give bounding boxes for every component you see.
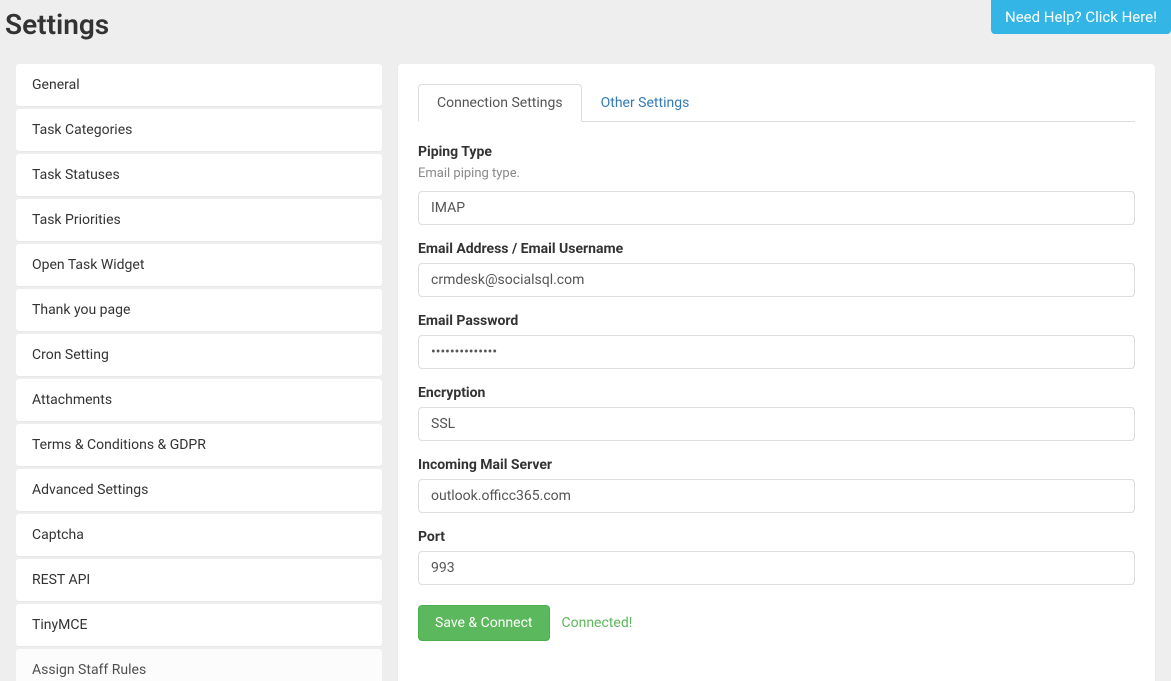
settings-sidebar: General Task Categories Task Statuses Ta… xyxy=(16,64,382,681)
sidebar-item-thank-you-page[interactable]: Thank you page xyxy=(16,289,382,331)
connection-status: Connected! xyxy=(562,615,633,631)
tab-connection-settings[interactable]: Connection Settings xyxy=(418,84,582,122)
sidebar-item-captcha[interactable]: Captcha xyxy=(16,514,382,556)
sidebar-item-label: Open Task Widget xyxy=(32,257,144,273)
sidebar-item-advanced-settings[interactable]: Advanced Settings xyxy=(16,469,382,511)
save-connect-button[interactable]: Save & Connect xyxy=(418,605,550,641)
piping-type-input[interactable] xyxy=(418,191,1135,225)
tab-other-settings[interactable]: Other Settings xyxy=(582,84,709,122)
sidebar-item-label: Captcha xyxy=(32,527,84,543)
sidebar-item-task-categories[interactable]: Task Categories xyxy=(16,109,382,151)
email-address-label: Email Address / Email Username xyxy=(418,241,1135,257)
sidebar-item-task-priorities[interactable]: Task Priorities xyxy=(16,199,382,241)
sidebar-item-terms-gdpr[interactable]: Terms & Conditions & GDPR xyxy=(16,424,382,466)
sidebar-item-task-statuses[interactable]: Task Statuses xyxy=(16,154,382,196)
sidebar-item-label: Task Statuses xyxy=(32,167,120,183)
incoming-server-input[interactable] xyxy=(418,479,1135,513)
incoming-server-label: Incoming Mail Server xyxy=(418,457,1135,473)
sidebar-item-general[interactable]: General xyxy=(16,64,382,106)
sidebar-item-assign-staff-rules[interactable]: Assign Staff Rules xyxy=(16,649,382,681)
encryption-label: Encryption xyxy=(418,385,1135,401)
sidebar-item-label: Cron Setting xyxy=(32,347,109,363)
piping-type-help: Email piping type. xyxy=(418,166,1135,181)
port-label: Port xyxy=(418,529,1135,545)
sidebar-item-label: Task Priorities xyxy=(32,212,121,228)
sidebar-item-label: REST API xyxy=(32,572,90,588)
sidebar-item-rest-api[interactable]: REST API xyxy=(16,559,382,601)
sidebar-item-label: Task Categories xyxy=(32,122,132,138)
email-password-input[interactable] xyxy=(418,335,1135,369)
content-panel: Connection Settings Other Settings Pipin… xyxy=(398,64,1155,681)
email-password-label: Email Password xyxy=(418,313,1135,329)
piping-type-label: Piping Type xyxy=(418,144,1135,160)
email-address-input[interactable] xyxy=(418,263,1135,297)
help-button[interactable]: Need Help? Click Here! xyxy=(991,0,1171,34)
sidebar-item-attachments[interactable]: Attachments xyxy=(16,379,382,421)
tabs: Connection Settings Other Settings xyxy=(418,84,1135,122)
port-input[interactable] xyxy=(418,551,1135,585)
sidebar-item-label: General xyxy=(32,77,80,93)
sidebar-item-label: TinyMCE xyxy=(32,617,87,633)
sidebar-item-label: Attachments xyxy=(32,392,112,408)
sidebar-item-open-task-widget[interactable]: Open Task Widget xyxy=(16,244,382,286)
sidebar-item-tinymce[interactable]: TinyMCE xyxy=(16,604,382,646)
sidebar-item-cron-setting[interactable]: Cron Setting xyxy=(16,334,382,376)
sidebar-item-label: Thank you page xyxy=(32,302,130,318)
sidebar-item-label: Terms & Conditions & GDPR xyxy=(32,437,206,453)
encryption-input[interactable] xyxy=(418,407,1135,441)
sidebar-item-label: Assign Staff Rules xyxy=(32,662,146,678)
sidebar-item-label: Advanced Settings xyxy=(32,482,148,498)
